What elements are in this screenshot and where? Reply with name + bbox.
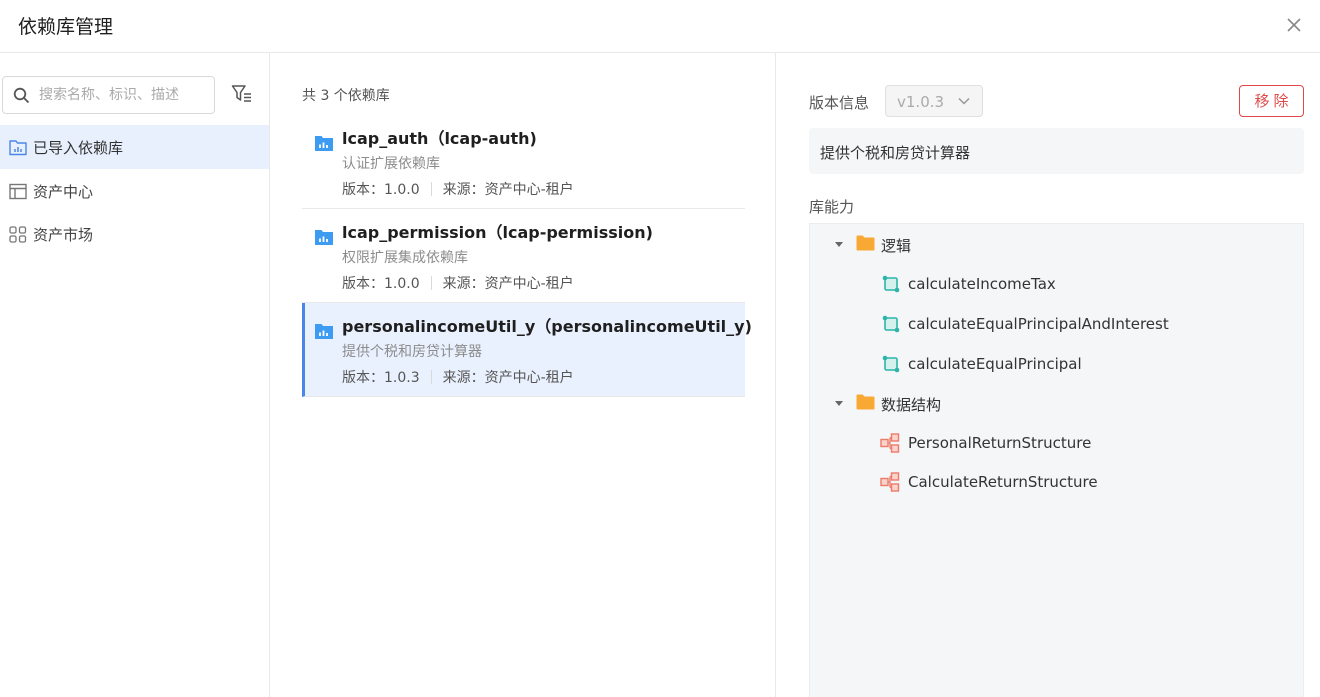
library-detail-panel: 版本信息 v1.0.3 移除 提供个税和房贷计算器 库能力 逻辑 calcula… [777, 53, 1320, 697]
description-box: 提供个税和房贷计算器 [809, 128, 1304, 174]
folder-icon [856, 235, 875, 251]
tree-label: calculateIncomeTax [908, 275, 1056, 293]
dialog-header: 依赖库管理 [0, 0, 1320, 53]
library-version: 版本：1.0.3 [342, 370, 420, 386]
sidebar-item-label: 资产中心 [33, 183, 94, 201]
tree-label: 逻辑 [881, 237, 912, 255]
sidebar-item-label: 已导入依赖库 [33, 139, 124, 157]
library-description: 权限扩展集成依赖库 [342, 250, 468, 266]
tree-item-logic[interactable]: calculateEqualPrincipal [882, 352, 1262, 378]
folder-icon [856, 394, 875, 410]
tree-label: 数据结构 [881, 396, 942, 414]
sidebar: 已导入依赖库 资产中心 资产市场 [0, 53, 270, 697]
caret-down-icon [835, 242, 843, 247]
divider [430, 276, 432, 290]
layout-icon [9, 183, 27, 200]
version-select[interactable]: v1.0.3 [885, 85, 983, 117]
library-description-detail: 提供个税和房贷计算器 [820, 144, 971, 162]
capability-tree: 逻辑 calculateIncomeTax calculateEqualPrin… [809, 223, 1304, 697]
search-input[interactable] [39, 84, 209, 106]
tree-label: calculateEqualPrincipalAndInterest [908, 315, 1169, 333]
version-label: 版本信息 [809, 94, 870, 112]
close-icon[interactable] [1284, 15, 1304, 35]
search-box[interactable] [2, 76, 215, 114]
tree-group-structures[interactable]: 数据结构 [834, 391, 1034, 417]
divider [430, 182, 432, 196]
data-structure-icon [880, 433, 900, 453]
tree-item-structure[interactable]: CalculateReturnStructure [880, 470, 1260, 496]
library-meta: 版本：1.0.3 来源：资产中心-租户 [342, 367, 574, 387]
library-name: personalincomeUtil_y（personalincomeUtil_… [342, 317, 752, 336]
divider [430, 370, 432, 384]
dialog-title: 依赖库管理 [18, 16, 114, 38]
logic-function-icon [882, 355, 900, 373]
sidebar-item-asset-market[interactable]: 资产市场 [0, 212, 269, 256]
tree-group-logic[interactable]: 逻辑 [834, 232, 1034, 258]
version-value: v1.0.3 [897, 93, 945, 111]
logic-function-icon [882, 315, 900, 333]
capability-label: 库能力 [809, 198, 855, 216]
grid-icon [9, 226, 27, 243]
remove-button[interactable]: 移除 [1239, 85, 1304, 117]
library-list-panel: 共 3 个依赖库 lcap_auth（lcap-auth) 认证扩展依赖库 版本… [271, 53, 776, 697]
library-meta: 版本：1.0.0 来源：资产中心-租户 [342, 273, 574, 293]
caret-down-icon [835, 401, 843, 406]
library-name: lcap_permission（lcap-permission) [342, 223, 653, 242]
library-description: 认证扩展依赖库 [342, 156, 440, 172]
sidebar-item-label: 资产市场 [33, 226, 94, 244]
tree-label: CalculateReturnStructure [908, 473, 1098, 491]
logic-function-icon [882, 275, 900, 293]
library-source: 来源：资产中心-租户 [442, 370, 574, 386]
library-source: 来源：资产中心-租户 [442, 276, 574, 292]
tree-item-logic[interactable]: calculateEqualPrincipalAndInterest [882, 312, 1282, 338]
chart-folder-icon [9, 140, 27, 156]
sidebar-item-asset-center[interactable]: 资产中心 [0, 169, 269, 213]
library-item[interactable]: lcap_auth（lcap-auth) 认证扩展依赖库 版本：1.0.0 来源：… [302, 115, 745, 209]
search-icon [13, 87, 30, 104]
sidebar-item-imported[interactable]: 已导入依赖库 [0, 125, 269, 169]
library-icon [315, 324, 333, 339]
library-item[interactable]: lcap_permission（lcap-permission) 权限扩展集成依… [302, 209, 745, 303]
library-source: 来源：资产中心-租户 [442, 182, 574, 198]
data-structure-icon [880, 472, 900, 492]
chevron-down-icon [958, 97, 970, 105]
library-version: 版本：1.0.0 [342, 276, 420, 292]
library-icon [315, 230, 333, 245]
filter-icon[interactable] [231, 84, 253, 104]
library-name: lcap_auth（lcap-auth) [342, 129, 537, 148]
library-meta: 版本：1.0.0 来源：资产中心-租户 [342, 179, 574, 199]
tree-item-logic[interactable]: calculateIncomeTax [882, 272, 1262, 298]
tree-label: PersonalReturnStructure [908, 434, 1092, 452]
tree-label: calculateEqualPrincipal [908, 355, 1082, 373]
library-version: 版本：1.0.0 [342, 182, 420, 198]
library-item-selected[interactable]: personalincomeUtil_y（personalincomeUtil_… [302, 303, 752, 397]
tree-item-structure[interactable]: PersonalReturnStructure [880, 431, 1260, 457]
library-icon [315, 136, 333, 151]
library-count: 共 3 个依赖库 [302, 88, 390, 104]
library-description: 提供个税和房贷计算器 [342, 344, 482, 360]
